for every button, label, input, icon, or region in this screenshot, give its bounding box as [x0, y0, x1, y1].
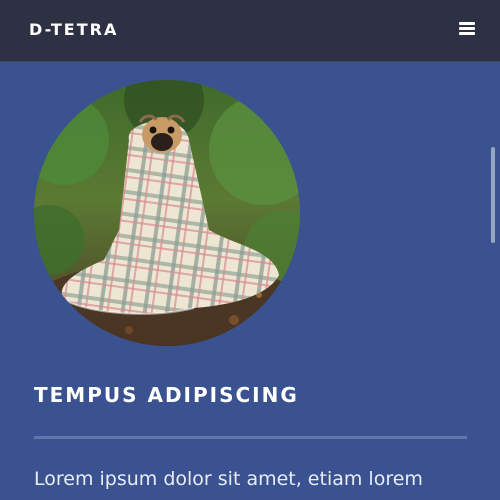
- hamburger-menu-icon[interactable]: [459, 22, 475, 36]
- section-title: TEMPUS ADIPISCING: [34, 383, 299, 407]
- body-paragraph: Lorem ipsum dolor sit amet, etiam lorem: [34, 468, 423, 490]
- menu-bar-line: [459, 27, 475, 30]
- section-divider: [34, 436, 467, 439]
- page: D-TETRA TEMPUS ADIPISCING Lorem ipsum do…: [0, 0, 500, 500]
- feature-image: [34, 80, 300, 346]
- brand-logo-link[interactable]: D-TETRA: [29, 20, 118, 40]
- menu-bar-line: [459, 22, 475, 25]
- feature-image-graphic: [34, 80, 300, 346]
- menu-bar-line: [459, 32, 475, 35]
- top-bar: D-TETRA: [0, 0, 500, 62]
- scrollbar-thumb[interactable]: [491, 147, 495, 243]
